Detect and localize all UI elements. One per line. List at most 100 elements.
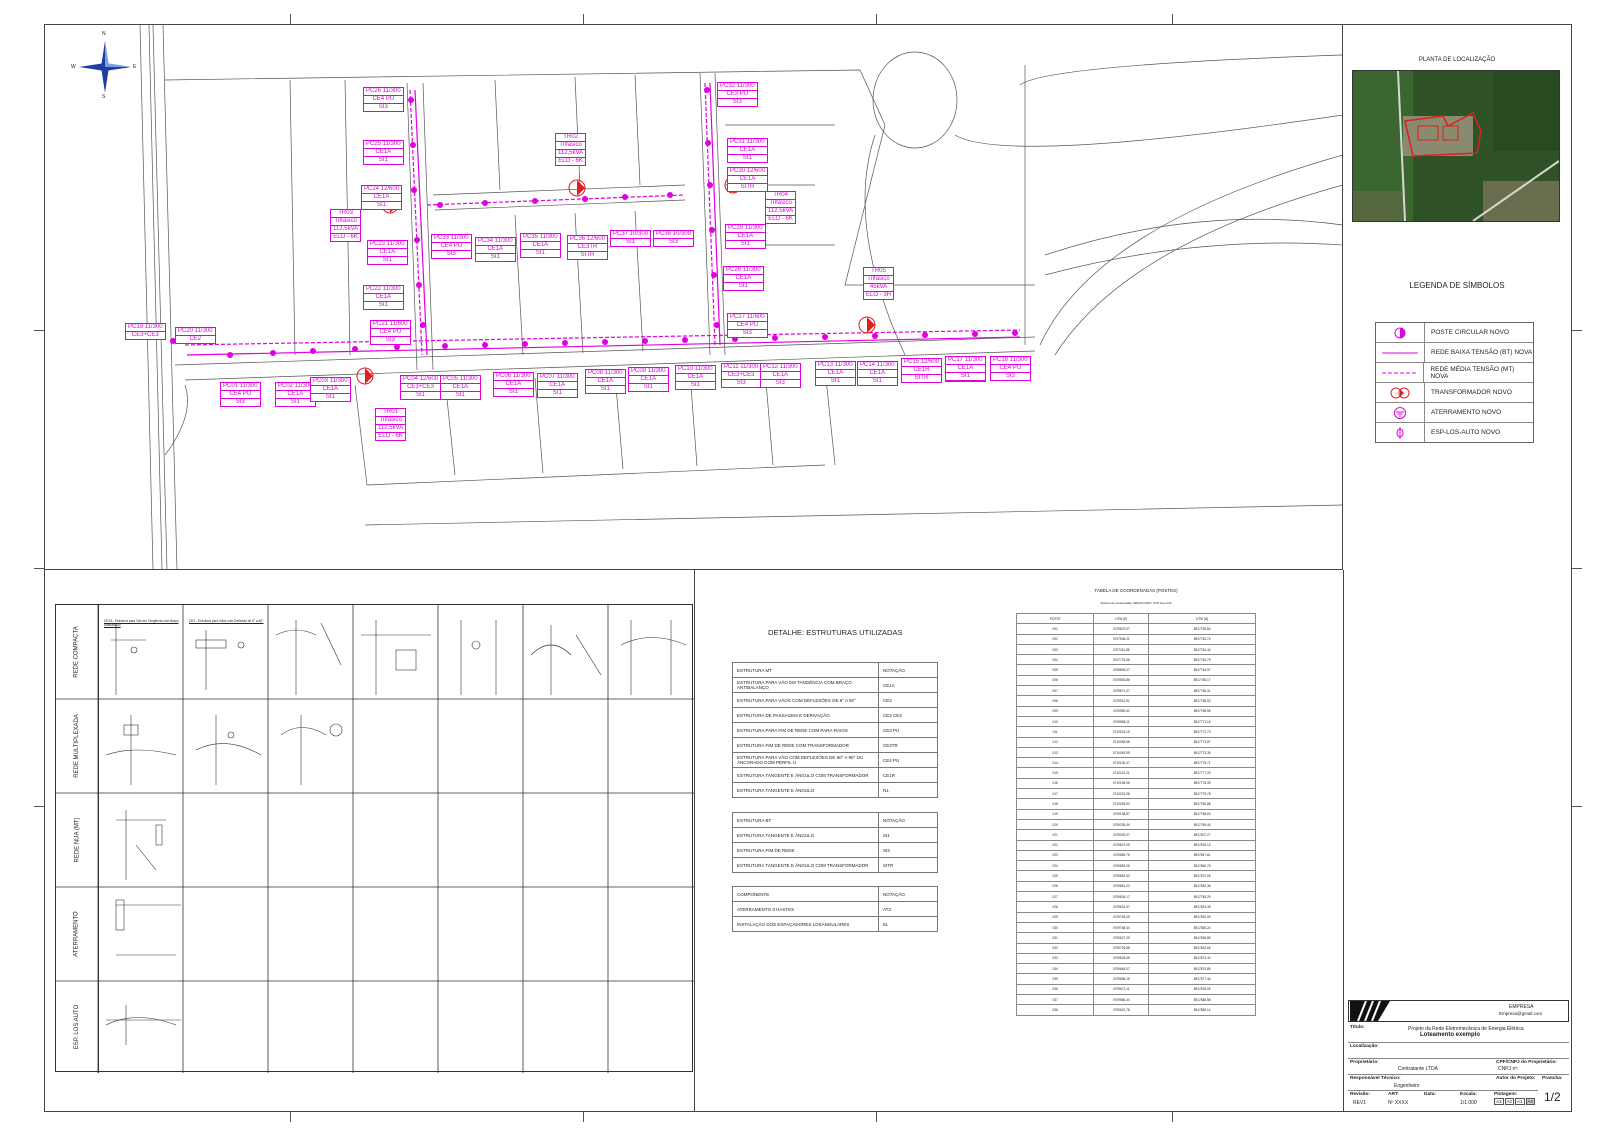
table-cell: 0709634,17 (1093, 891, 1150, 903)
pole-label-line: PC02 11/300 (276, 383, 315, 391)
pole-label: PC28 11/300 CE1A SI1 (723, 266, 764, 291)
table-cell: NOTAÇÃO (878, 886, 938, 902)
pole-label-line: SI3 (378, 104, 388, 110)
pole-label-line: CE4 PU (221, 391, 260, 399)
pole-label-line: CE3+CE3 (131, 332, 159, 338)
pole-label: PC26 11/300 CE4 PU SI3 (363, 87, 404, 112)
ground-icon (1394, 406, 1406, 419)
legend-label: REDE MÉDIA TENSÃO (MT) NOVA (1430, 365, 1515, 380)
site-plan[interactable]: N S W E PC26 11/300 CE4 PU SI3 PC25 11/300 C… (45, 25, 1343, 570)
pole-label: PC04 12/600 CE3+CE3 SI1 (400, 375, 442, 400)
pole-label: PC05 11/300 CE1A SI1 (440, 375, 481, 400)
table-cell: 0710063,95 (1093, 746, 1150, 759)
table-cell: 8917874,34 (1148, 952, 1256, 965)
pole-label-line: PC26 11/300 (364, 88, 403, 96)
table-row: INSTALAÇÃO DOS ESPAÇADORES LOSANGULARES E… (732, 916, 938, 932)
table-cell: 8917877,46 (1148, 973, 1256, 985)
transformer-label-line: ELO - 6K (333, 234, 358, 240)
legend-row: TRANSFORMADOR NOVO (1376, 383, 1533, 403)
table-row: 016 0710196,35 8917778,35 (1015, 777, 1256, 790)
cpf-label: CPF/CNPJ do Proprietário: (1496, 1060, 1558, 1065)
pole-label-line: SI3 (775, 380, 785, 386)
pole-label: PC25 11/300 CE1A SI1 (363, 140, 404, 165)
table-row: 022 0709607,05 8917833,13 (1015, 839, 1256, 851)
format-a3[interactable]: A3 (1494, 1098, 1504, 1105)
detail-row-label: REDE COMPACTA (56, 605, 99, 699)
table-cell: 8917878,05 (1148, 983, 1256, 995)
table-row: 033 0709629,65 8917874,34 (1015, 952, 1256, 965)
table-cell: 0710231,98 (1093, 788, 1150, 800)
pole-label-line: CE1A (816, 370, 855, 378)
pole-label-line: PC38 10/300 (654, 231, 694, 239)
transformer-label-line: Trifásico (864, 276, 894, 284)
table-row: ESTRUTURA PARA FIM DE REDE COM PARA-RAIO… (732, 722, 938, 738)
pole-label: PC22 11/300 CE1A SI1 (363, 285, 404, 310)
legend-label: ESP-LOS-AUTO NOVO (1431, 429, 1501, 436)
table-cell: 8917875,85 (1148, 963, 1256, 975)
pole-label-line: SI1 (552, 390, 562, 396)
table-cell: 007 (1015, 685, 1095, 697)
format-a2[interactable]: A2 (1504, 1098, 1515, 1105)
transformer-label-line: 45kVA (864, 284, 894, 292)
detail-row-label: ESP. LOS AUTO (56, 981, 99, 1073)
pole-label-line: SI1 (378, 302, 388, 308)
pole-label-line: SI1 (378, 157, 388, 163)
table-cell: 0709986,11 (1093, 715, 1150, 728)
table-cell: 0709768,44 (1093, 921, 1150, 934)
table-cell: 0709726,88 (1093, 942, 1150, 954)
table-cell: EL (878, 916, 938, 932)
format-a0[interactable]: A0 (1525, 1098, 1536, 1105)
pole-label-line: SI3 (742, 330, 752, 336)
legend-row: REDE MÉDIA TENSÃO (MT) NOVA (1376, 363, 1533, 383)
table-row: ESTRUTURA FIM DE REDE SI3 (732, 842, 938, 858)
table-cell: 0709627,29 (1093, 932, 1150, 944)
owner-value: Contratante LTDA (1398, 1066, 1438, 1072)
table-cell: 0710130,47 (1093, 757, 1150, 769)
transformer-label-line: Trifásico (766, 200, 796, 208)
table-cell: 0709830,86 (1093, 674, 1150, 687)
pole-label-line: PC09 11/300 (629, 368, 668, 376)
pole-label: PC07 11/300 CE1A SI1 (537, 373, 578, 398)
pole-label-line: CE4 PU (728, 322, 767, 330)
pole-label-line: SI3 (1005, 373, 1015, 379)
pole-label: PC35 11/300 CE1A SI1 (520, 233, 561, 258)
table-cell: ESTRUTURA FIM DE REDE COM TRANSFORMADOR (732, 737, 879, 753)
table-cell: 015 (1015, 767, 1095, 779)
table-cell: 8917785,29 (1148, 891, 1256, 903)
pole-label-line: PC21 11/600 (371, 321, 410, 329)
legend-row: REDE BAIXA TENSÃO (BT) NOVA (1376, 343, 1533, 363)
pole-label-line: CE1A (441, 384, 480, 392)
table-cell: 0709631,97 (1093, 901, 1150, 913)
right-divider (1343, 570, 1344, 1112)
table-cell: UTM (N) (1148, 612, 1256, 625)
table-cell: 0709871,37 (1093, 685, 1150, 697)
pole-label: PC08 11/300 CE1A SI1 (585, 369, 626, 394)
pole-label: PC34 11/300 CE1A SI1 (475, 237, 516, 262)
table-cell: 029 (1015, 911, 1095, 923)
pole-label-line: PC28 11/300 (724, 267, 763, 275)
pole-label-line: CE1A (629, 376, 668, 384)
pole-label-line: SITR (914, 375, 929, 381)
coordinates-table: POSTE UTM (E) UTM (N) 001 0709670,07 8917750,… (1015, 612, 1256, 1016)
table-cell: CE3 PU (878, 722, 938, 738)
transformer-label-line: TR02 (556, 134, 586, 142)
table-cell: ESTRUTURA MT (732, 662, 879, 678)
compass-icon (79, 41, 131, 93)
pole-label-line: SI1 (377, 202, 387, 208)
table-cell: ESTRUTURA TANGENTE E ÂNGULO (732, 827, 879, 843)
transformer-label-line: Trifásico (376, 417, 406, 425)
table-cell: ESTRUTURA BT (732, 812, 879, 828)
pole-label-line: SI1 (290, 399, 300, 405)
table-cell: CE1A (878, 677, 938, 693)
legend-label: REDE BAIXA TENSÃO (BT) NOVA (1431, 349, 1533, 356)
pole-label-line: SI1 (600, 386, 610, 392)
pole-label: PC30 12/600 CE1A SITR (727, 167, 769, 192)
table-cell: UTM (E) (1093, 612, 1150, 625)
table-cell: 032 (1015, 942, 1095, 954)
location-label: Localização: (1350, 1044, 1379, 1049)
table-cell: 026 (1015, 880, 1095, 893)
table-cell: 0709392,07 (1093, 829, 1150, 841)
table-cell: 8917762,79 (1148, 654, 1256, 666)
format-a1[interactable]: A1 (1515, 1098, 1525, 1105)
art-value: Nº XXXX (1388, 1100, 1409, 1106)
